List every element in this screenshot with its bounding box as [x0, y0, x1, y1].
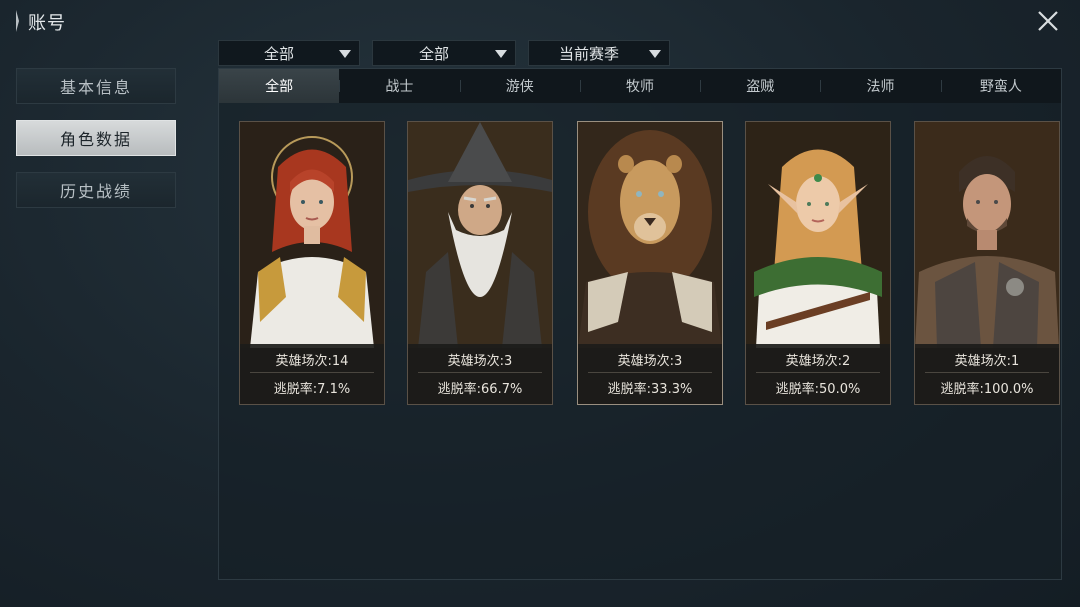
sidebar-item-label: 基本信息 — [59, 78, 132, 97]
sidebar-item-match-history[interactable]: 历史战绩 — [16, 172, 176, 208]
divider — [588, 372, 712, 373]
character-panel: 全部 战士 游侠 牧师 盗贼 法师 野蛮人 英雄场次:14 逃脱率:7.1% 英… — [218, 68, 1062, 580]
title-marker-icon — [16, 10, 19, 32]
sidebar: 基本信息 角色数据 历史战绩 — [16, 68, 178, 224]
divider — [925, 372, 1049, 373]
red-haired-woman-portrait — [240, 122, 384, 348]
elf-woman-portrait — [746, 122, 890, 348]
stat-box: 英雄场次:14 逃脱率:7.1% — [240, 344, 384, 404]
escape-rate: 逃脱率:7.1% — [273, 382, 351, 397]
escape-rate: 逃脱率:100.0% — [940, 382, 1034, 397]
character-card[interactable]: 英雄场次:3 逃脱率:33.3% — [577, 121, 723, 405]
stat-box: 英雄场次:3 逃脱率:66.7% — [408, 344, 552, 404]
stat-box: 英雄场次:3 逃脱率:33.3% — [578, 344, 722, 404]
tab-ranger[interactable]: 游侠 — [459, 69, 580, 103]
divider — [418, 372, 542, 373]
filter-dropdown-1[interactable]: 全部 — [218, 40, 360, 66]
tab-wizard[interactable]: 法师 — [820, 69, 940, 103]
tab-all[interactable]: 全部 — [219, 69, 340, 103]
hero-matches: 英雄场次:1 — [954, 354, 1020, 369]
season-dropdown[interactable]: 当前赛季 — [528, 40, 670, 66]
sidebar-item-basic-info[interactable]: 基本信息 — [16, 68, 176, 104]
character-card[interactable]: 英雄场次:3 逃脱率:66.7% — [407, 121, 553, 405]
character-card[interactable]: 英雄场次:14 逃脱率:7.1% — [239, 121, 385, 405]
divider — [250, 372, 374, 373]
filter-value: 全部 — [263, 44, 294, 63]
hero-matches: 英雄场次:14 — [275, 354, 349, 369]
filter-value: 当前赛季 — [558, 44, 619, 63]
class-tabs: 全部 战士 游侠 牧师 盗贼 法师 野蛮人 — [219, 69, 1061, 103]
sidebar-item-label: 历史战绩 — [59, 182, 132, 201]
lion-warrior-portrait — [578, 122, 722, 348]
stat-box: 英雄场次:1 逃脱率:100.0% — [915, 344, 1059, 404]
filter-dropdown-2[interactable]: 全部 — [372, 40, 516, 66]
close-button[interactable] — [1036, 9, 1060, 33]
header-bar: 账号 — [0, 0, 1080, 40]
chevron-down-icon — [495, 50, 507, 58]
escape-rate: 逃脱率:33.3% — [607, 382, 693, 397]
sidebar-item-label: 角色数据 — [59, 130, 132, 149]
character-card[interactable]: 英雄场次:1 逃脱率:100.0% — [914, 121, 1060, 405]
hero-matches: 英雄场次:2 — [785, 354, 851, 369]
bearded-wizard-portrait — [408, 122, 552, 348]
filter-value: 全部 — [418, 44, 449, 63]
divider — [756, 372, 880, 373]
tab-rogue[interactable]: 盗贼 — [700, 69, 820, 103]
tab-barbarian[interactable]: 野蛮人 — [940, 69, 1061, 103]
rugged-man-portrait — [915, 122, 1059, 348]
stat-box: 英雄场次:2 逃脱率:50.0% — [746, 344, 890, 404]
chevron-down-icon — [339, 50, 351, 58]
tab-warrior[interactable]: 战士 — [339, 69, 459, 103]
tab-cleric[interactable]: 牧师 — [579, 69, 700, 103]
escape-rate: 逃脱率:50.0% — [775, 382, 861, 397]
hero-matches: 英雄场次:3 — [617, 354, 683, 369]
escape-rate: 逃脱率:66.7% — [437, 382, 523, 397]
sidebar-item-character-data[interactable]: 角色数据 — [16, 120, 176, 156]
chevron-down-icon — [649, 50, 661, 58]
character-card[interactable]: 英雄场次:2 逃脱率:50.0% — [745, 121, 891, 405]
page-title: 账号 — [28, 13, 66, 34]
close-icon — [1038, 11, 1058, 31]
hero-matches: 英雄场次:3 — [447, 354, 513, 369]
